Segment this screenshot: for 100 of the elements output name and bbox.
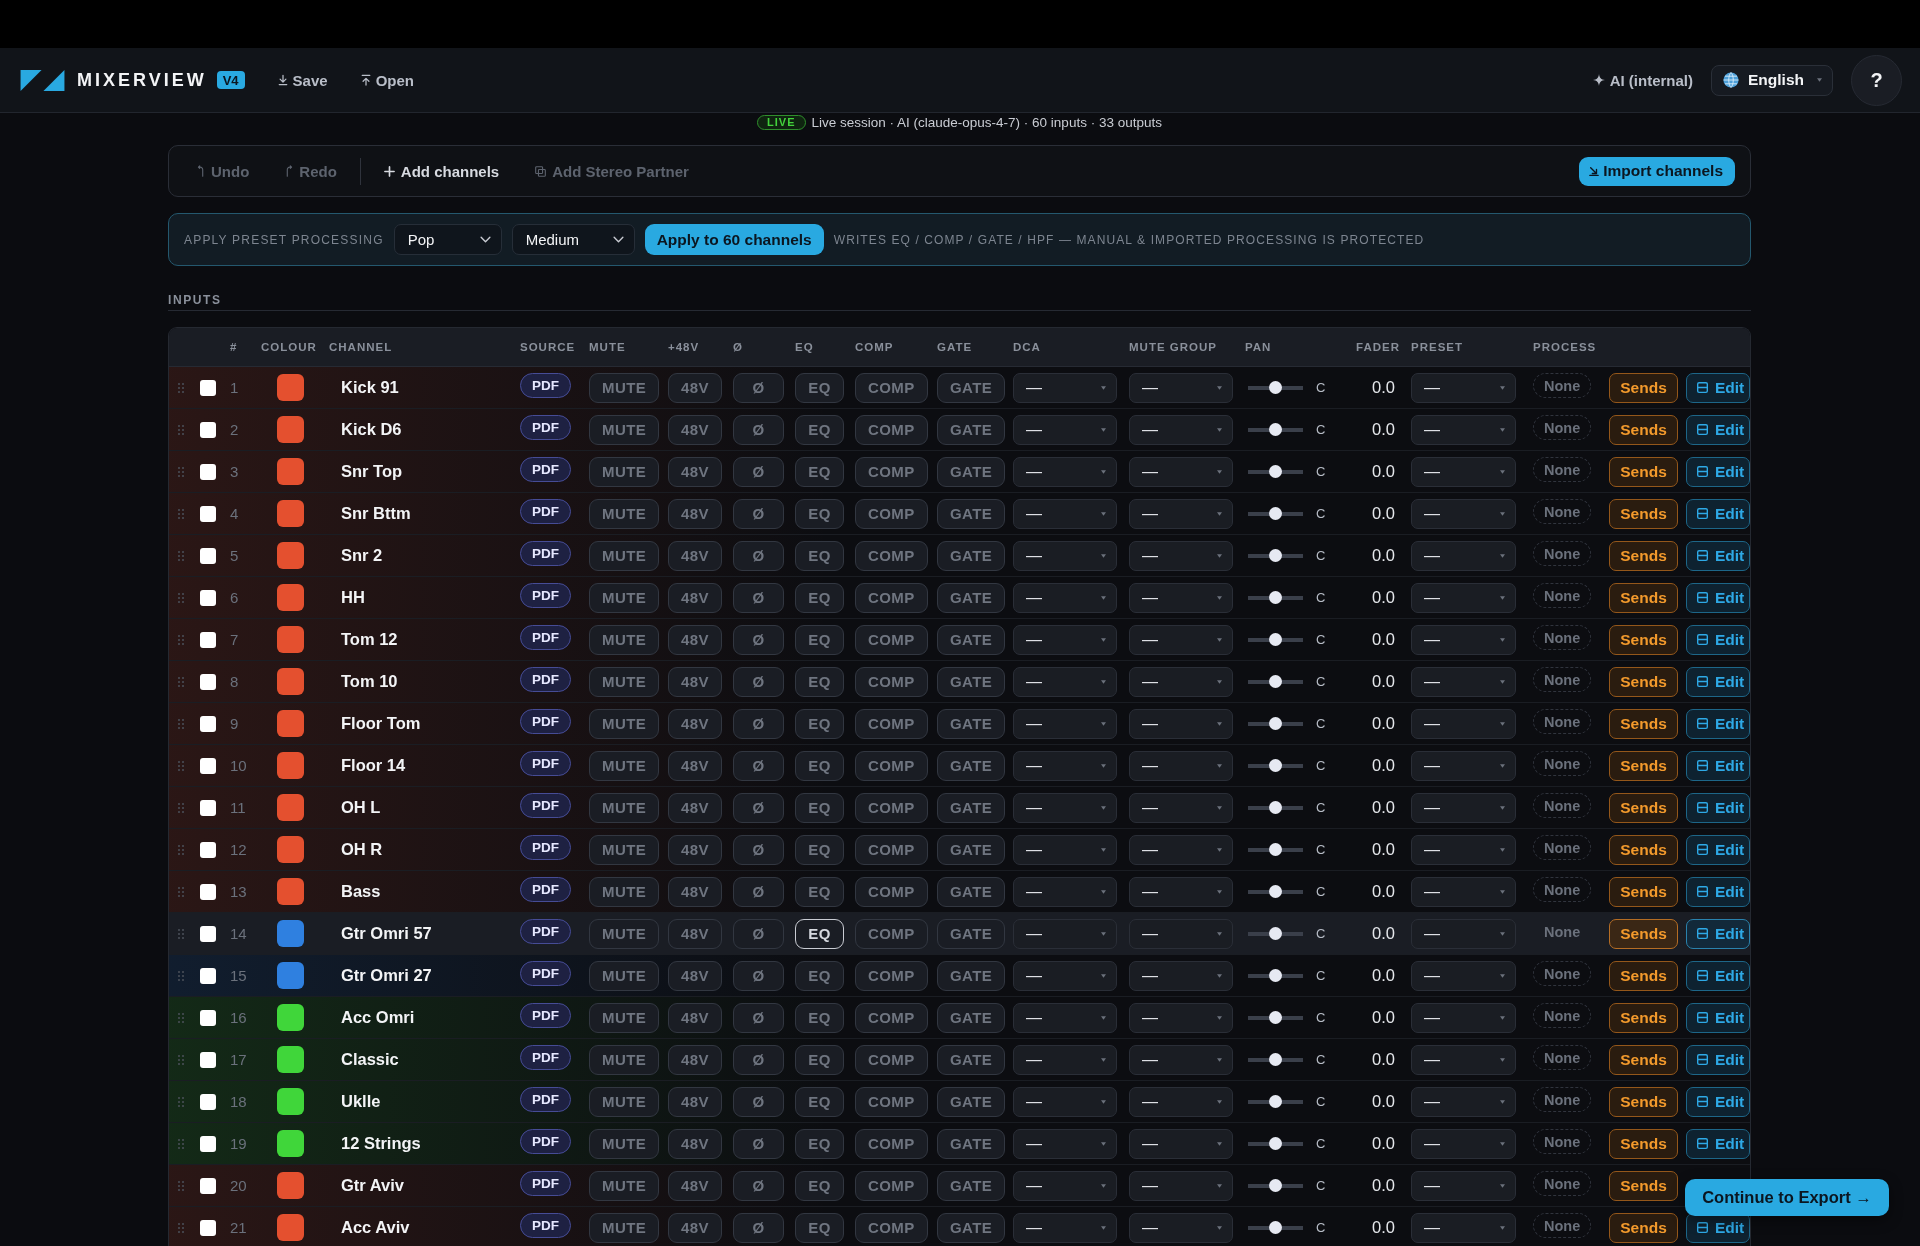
phantom-power-toggle[interactable]: 48V [668,666,722,697]
row-checkbox[interactable] [200,925,216,942]
compressor-toggle[interactable]: COMP [855,918,928,949]
preset-select[interactable]: — [1411,456,1516,487]
colour-swatch[interactable] [277,1004,304,1031]
phantom-power-toggle[interactable]: 48V [668,1044,722,1075]
edit-button[interactable]: Edit [1686,960,1750,991]
eq-toggle[interactable]: EQ [795,792,844,823]
phase-invert-toggle[interactable]: Ø [733,918,784,949]
mute-group-select[interactable]: — [1129,1002,1233,1033]
phantom-power-toggle[interactable]: 48V [668,876,722,907]
compressor-toggle[interactable]: COMP [855,1128,928,1159]
dca-select[interactable]: — [1013,1128,1117,1159]
phantom-power-toggle[interactable]: 48V [668,372,722,403]
compressor-toggle[interactable]: COMP [855,498,928,529]
mute-group-select[interactable]: — [1129,1212,1233,1243]
gate-toggle[interactable]: GATE [937,750,1006,781]
phase-invert-toggle[interactable]: Ø [733,1002,784,1033]
pan-slider-thumb[interactable] [1269,717,1282,730]
preset-select[interactable]: — [1411,372,1516,403]
phase-invert-toggle[interactable]: Ø [733,834,784,865]
sends-button[interactable]: Sends [1609,540,1678,571]
eq-toggle[interactable]: EQ [795,624,844,655]
edit-button[interactable]: Edit [1686,1044,1750,1075]
sends-button[interactable]: Sends [1609,918,1678,949]
pan-slider-thumb[interactable] [1269,1095,1282,1108]
drag-handle-icon[interactable] [178,466,184,477]
mute-group-select[interactable]: — [1129,498,1233,529]
pan-slider-thumb[interactable] [1269,1011,1282,1024]
row-checkbox[interactable] [200,883,216,900]
edit-button[interactable]: Edit [1686,708,1750,739]
drag-handle-icon[interactable] [178,592,184,603]
compressor-toggle[interactable]: COMP [855,582,928,613]
pan-slider-thumb[interactable] [1269,675,1282,688]
gate-toggle[interactable]: GATE [937,372,1006,403]
edit-button[interactable]: Edit [1686,624,1750,655]
pan-slider-thumb[interactable] [1269,1179,1282,1192]
phantom-power-toggle[interactable]: 48V [668,456,722,487]
gate-toggle[interactable]: GATE [937,540,1006,571]
preset-select[interactable]: — [1411,750,1516,781]
sends-button[interactable]: Sends [1609,750,1678,781]
colour-swatch[interactable] [277,584,304,611]
colour-swatch[interactable] [277,710,304,737]
edit-button[interactable]: Edit [1686,918,1750,949]
drag-handle-icon[interactable] [178,382,184,393]
preset-select[interactable]: — [1411,708,1516,739]
sends-button[interactable]: Sends [1609,624,1678,655]
pan-slider-thumb[interactable] [1269,801,1282,814]
sends-button[interactable]: Sends [1609,1002,1678,1033]
pan-slider-thumb[interactable] [1269,591,1282,604]
eq-toggle[interactable]: EQ [795,456,844,487]
gate-toggle[interactable]: GATE [937,1002,1006,1033]
preset-select[interactable]: — [1411,582,1516,613]
edit-button[interactable]: Edit [1686,666,1750,697]
dca-select[interactable]: — [1013,960,1117,991]
gate-toggle[interactable]: GATE [937,624,1006,655]
drag-handle-icon[interactable] [178,550,184,561]
compressor-toggle[interactable]: COMP [855,750,928,781]
row-checkbox[interactable] [200,379,216,396]
pan-slider-thumb[interactable] [1269,1137,1282,1150]
preset-select[interactable]: — [1411,1044,1516,1075]
gate-toggle[interactable]: GATE [937,834,1006,865]
pan-slider-thumb[interactable] [1269,843,1282,856]
phase-invert-toggle[interactable]: Ø [733,498,784,529]
dca-select[interactable]: — [1013,582,1117,613]
colour-swatch[interactable] [277,752,304,779]
mute-group-select[interactable]: — [1129,456,1233,487]
drag-handle-icon[interactable] [178,844,184,855]
preset-select[interactable]: — [1411,918,1516,949]
pan-slider-thumb[interactable] [1269,927,1282,940]
drag-handle-icon[interactable] [178,1180,184,1191]
gate-toggle[interactable]: GATE [937,582,1006,613]
compressor-toggle[interactable]: COMP [855,1086,928,1117]
eq-toggle[interactable]: EQ [795,918,844,949]
row-checkbox[interactable] [200,631,216,648]
drag-handle-icon[interactable] [178,1222,184,1233]
mute-group-select[interactable]: — [1129,1128,1233,1159]
compressor-toggle[interactable]: COMP [855,414,928,445]
drag-handle-icon[interactable] [178,1138,184,1149]
colour-swatch[interactable] [277,374,304,401]
save-button[interactable]: Save [277,71,328,89]
compressor-toggle[interactable]: COMP [855,372,928,403]
mute-group-select[interactable]: — [1129,582,1233,613]
dca-select[interactable]: — [1013,1044,1117,1075]
gate-toggle[interactable]: GATE [937,1128,1006,1159]
edit-button[interactable]: Edit [1686,498,1750,529]
phantom-power-toggle[interactable]: 48V [668,918,722,949]
phase-invert-toggle[interactable]: Ø [733,1086,784,1117]
dca-select[interactable]: — [1013,876,1117,907]
dca-select[interactable]: — [1013,372,1117,403]
edit-button[interactable]: Edit [1686,372,1750,403]
eq-toggle[interactable]: EQ [795,1128,844,1159]
edit-button[interactable]: Edit [1686,834,1750,865]
gate-toggle[interactable]: GATE [937,708,1006,739]
colour-swatch[interactable] [277,500,304,527]
edit-button[interactable]: Edit [1686,582,1750,613]
edit-button[interactable]: Edit [1686,540,1750,571]
drag-handle-icon[interactable] [178,886,184,897]
phantom-power-toggle[interactable]: 48V [668,582,722,613]
phase-invert-toggle[interactable]: Ø [733,666,784,697]
